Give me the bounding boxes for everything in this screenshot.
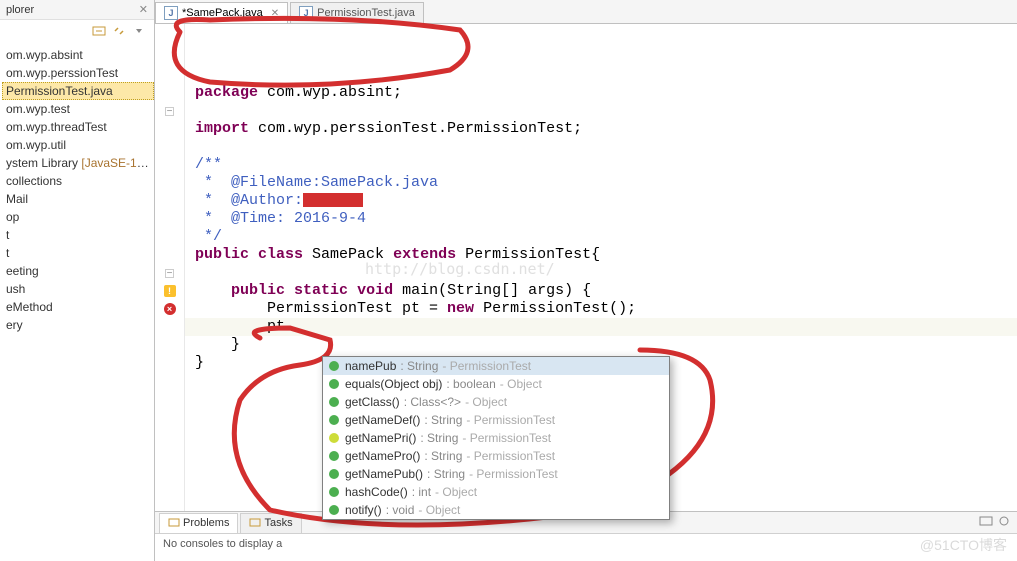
tree-item[interactable]: op <box>2 208 154 226</box>
tab-icon <box>168 516 180 531</box>
tree-item[interactable]: eeting <box>2 262 154 280</box>
java-file-icon: J <box>164 6 178 20</box>
collapse-icon[interactable] <box>92 24 106 38</box>
editor-tab[interactable]: J*SamePack.java✕ <box>155 2 288 23</box>
tab-icon <box>249 516 261 531</box>
autocomplete-item[interactable]: getClass() : Class<?> - Object <box>323 393 669 411</box>
visibility-icon <box>329 361 339 371</box>
console-content: No consoles to display a <box>155 534 1017 554</box>
pin-icon[interactable] <box>997 514 1011 531</box>
redacted-author <box>303 193 363 207</box>
tree-item[interactable]: t <box>2 226 154 244</box>
tree-item[interactable]: collections <box>2 172 154 190</box>
autocomplete-item[interactable]: hashCode() : int - Object <box>323 483 669 501</box>
sidebar-title: plorer <box>6 4 135 16</box>
autocomplete-item[interactable]: getNamePro() : String - PermissionTest <box>323 447 669 465</box>
tree-item[interactable]: om.wyp.perssionTest <box>2 64 154 82</box>
java-file-icon: J <box>299 6 313 20</box>
tree-item[interactable]: ery <box>2 316 154 334</box>
link-icon[interactable] <box>112 24 126 38</box>
warning-icon[interactable]: ! <box>164 285 176 297</box>
tree-item[interactable]: eMethod <box>2 298 154 316</box>
fold-icon[interactable]: − <box>165 269 174 278</box>
gutter: − − ! × <box>155 24 185 511</box>
autocomplete-item[interactable]: namePub : String - PermissionTest <box>323 357 669 375</box>
visibility-icon <box>329 505 339 515</box>
console-icon[interactable] <box>979 514 993 531</box>
visibility-icon <box>329 379 339 389</box>
autocomplete-item[interactable]: getNamePub() : String - PermissionTest <box>323 465 669 483</box>
autocomplete-item[interactable]: getNamePri() : String - PermissionTest <box>323 429 669 447</box>
tree-item[interactable]: om.wyp.absint <box>2 46 154 64</box>
tree-item[interactable]: ystem Library [JavaSE-1.6] <box>2 154 154 172</box>
visibility-icon <box>329 397 339 407</box>
close-icon[interactable]: ✕ <box>139 3 148 16</box>
visibility-icon <box>329 415 339 425</box>
tree-item[interactable]: om.wyp.test <box>2 100 154 118</box>
menu-icon[interactable] <box>132 24 146 38</box>
close-icon[interactable]: ✕ <box>271 8 279 19</box>
bottom-tab[interactable]: Problems <box>159 513 238 533</box>
bottom-tab[interactable]: Tasks <box>240 513 301 533</box>
visibility-icon <box>329 451 339 461</box>
visibility-icon <box>329 487 339 497</box>
sidebar-header: plorer ✕ <box>0 0 154 20</box>
blog-watermark: @51CTO博客 <box>920 535 1007 555</box>
tree-item[interactable]: t <box>2 244 154 262</box>
error-icon[interactable]: × <box>164 303 176 315</box>
tree-item[interactable]: PermissionTest.java <box>2 82 154 100</box>
tree-item[interactable]: om.wyp.threadTest <box>2 118 154 136</box>
autocomplete-item[interactable]: getNameDef() : String - PermissionTest <box>323 411 669 429</box>
visibility-icon <box>329 469 339 479</box>
visibility-icon <box>329 433 339 443</box>
tree-item[interactable]: ush <box>2 280 154 298</box>
package-tree: om.wyp.absintom.wyp.perssionTestPermissi… <box>0 42 154 338</box>
editor-tab[interactable]: JPermissionTest.java <box>290 2 424 23</box>
fold-icon[interactable]: − <box>165 107 174 116</box>
sidebar-toolbar <box>0 20 154 42</box>
autocomplete-item[interactable]: equals(Object obj) : boolean - Object <box>323 375 669 393</box>
tree-item[interactable]: om.wyp.util <box>2 136 154 154</box>
package-explorer: plorer ✕ om.wyp.absintom.wyp.perssionTes… <box>0 0 155 561</box>
tree-item[interactable]: Mail <box>2 190 154 208</box>
autocomplete-popup[interactable]: namePub : String - PermissionTestequals(… <box>322 356 670 520</box>
autocomplete-item[interactable]: notify() : void - Object <box>323 501 669 519</box>
editor-tabs: J*SamePack.java✕JPermissionTest.java <box>155 0 1017 24</box>
